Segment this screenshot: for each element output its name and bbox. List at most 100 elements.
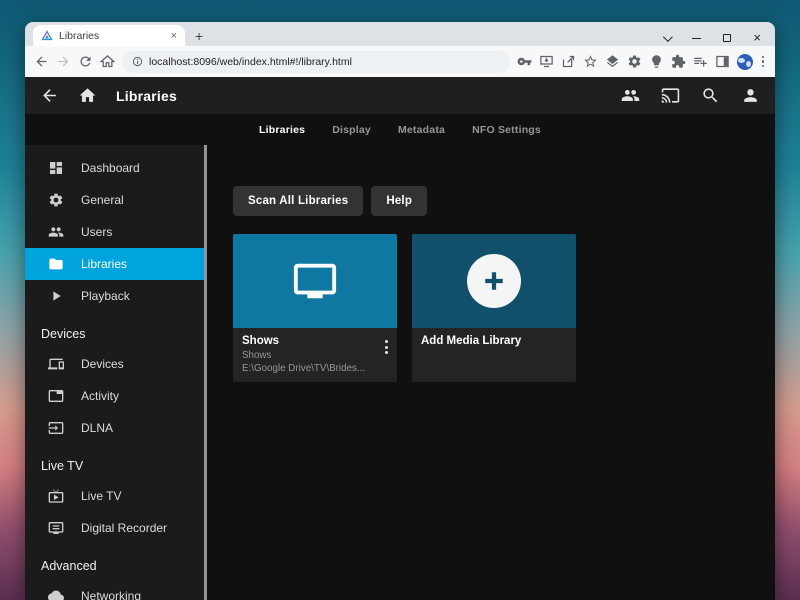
search-icon[interactable] [701, 86, 720, 105]
library-card-menu-icon[interactable] [385, 340, 388, 354]
sidebar-item-general[interactable]: General [25, 184, 204, 216]
app-back-icon[interactable] [40, 86, 59, 105]
header-actions [621, 86, 760, 105]
reading-list-icon[interactable] [693, 54, 708, 69]
libraries-toolbar: Scan All Libraries Help [233, 186, 775, 216]
bookmark-star-icon[interactable] [583, 54, 598, 69]
window-maximize-button[interactable] [723, 34, 731, 42]
back-icon[interactable] [34, 54, 49, 69]
browser-menu-icon[interactable] [760, 56, 767, 68]
sidebar-item-label: Users [81, 225, 112, 239]
password-key-icon[interactable] [517, 54, 532, 69]
cast-icon[interactable] [661, 86, 680, 105]
dashboard-icon [48, 160, 64, 176]
add-library-tile[interactable] [412, 234, 576, 328]
forward-icon[interactable] [56, 54, 71, 69]
window-close-button[interactable]: × [753, 34, 761, 42]
help-button[interactable]: Help [371, 186, 427, 216]
folder-icon [48, 256, 64, 272]
window-controls: × [663, 34, 775, 46]
dlna-input-icon [48, 420, 64, 436]
layers-extension-icon[interactable] [605, 54, 620, 69]
users-icon [48, 224, 64, 240]
sidebar-item-digital-recorder[interactable]: Digital Recorder [25, 512, 204, 544]
gear-icon [48, 192, 64, 208]
dvr-icon [48, 520, 64, 536]
sidebar-item-label: Libraries [81, 257, 127, 271]
window-minimize-button[interactable] [692, 38, 701, 39]
sidebar-item-label: Playback [81, 289, 130, 303]
sidebar-item-users[interactable]: Users [25, 216, 204, 248]
users-group-icon[interactable] [621, 86, 640, 105]
plus-circle-icon [467, 254, 521, 308]
library-cards: Shows Shows E:\Google Drive\TV\Brides... [233, 234, 775, 382]
settings-extension-icon[interactable] [627, 54, 642, 69]
tab-libraries[interactable]: Libraries [259, 124, 305, 136]
new-tab-button[interactable]: + [185, 28, 213, 46]
sidebar-item-devices[interactable]: Devices [25, 348, 204, 380]
library-card-shows[interactable]: Shows Shows E:\Google Drive\TV\Brides... [233, 234, 397, 382]
admin-sidebar: Dashboard General Users Libraries Playba… [25, 145, 204, 600]
sidebar-item-networking[interactable]: Networking [25, 580, 204, 600]
tab-nfo-settings[interactable]: NFO Settings [472, 124, 541, 136]
sidebar-item-activity[interactable]: Activity [25, 380, 204, 412]
sidebar-item-label: Networking [81, 589, 141, 600]
app-header: Libraries [25, 77, 775, 114]
library-card-title: Shows [242, 335, 388, 347]
sidebar-item-label: Devices [81, 357, 124, 371]
page-title: Libraries [116, 88, 177, 104]
browser-toolbar: localhost:8096/web/index.html#!/library.… [25, 46, 775, 77]
library-card-tile[interactable] [233, 234, 397, 328]
tab-close-icon[interactable]: × [171, 30, 177, 42]
sidebar-item-label: Dashboard [81, 161, 140, 175]
side-panel-icon[interactable] [715, 54, 730, 69]
browser-tab[interactable]: Libraries × [33, 25, 185, 46]
profile-avatar[interactable] [737, 54, 753, 70]
play-icon [48, 288, 64, 304]
tab-display[interactable]: Display [332, 124, 371, 136]
sidebar-item-label: General [81, 193, 124, 207]
page-info-icon[interactable] [132, 56, 143, 67]
sidebar-item-playback[interactable]: Playback [25, 280, 204, 312]
address-bar[interactable]: localhost:8096/web/index.html#!/library.… [122, 51, 510, 73]
app-body: Dashboard General Users Libraries Playba… [25, 145, 775, 600]
library-card-path: E:\Google Drive\TV\Brides... [242, 363, 388, 374]
extensions-puzzle-icon[interactable] [671, 54, 686, 69]
sidebar-section-advanced: Advanced [25, 544, 204, 580]
settings-tab-bar: Libraries Display Metadata NFO Settings [25, 114, 775, 145]
live-tv-icon [48, 488, 64, 504]
install-app-icon[interactable] [539, 54, 554, 69]
add-library-title: Add Media Library [421, 335, 567, 347]
activity-icon [48, 388, 64, 404]
home-browser-icon[interactable] [100, 54, 115, 69]
browser-window: Libraries × + × localhost:8096/web/index… [25, 22, 775, 600]
sidebar-item-label: Live TV [81, 489, 121, 503]
user-profile-icon[interactable] [741, 86, 760, 105]
sidebar-item-dashboard[interactable]: Dashboard [25, 152, 204, 184]
browser-tab-strip: Libraries × + × [25, 22, 775, 46]
devices-icon [48, 356, 64, 372]
tab-metadata[interactable]: Metadata [398, 124, 445, 136]
sidebar-item-livetv[interactable]: Live TV [25, 480, 204, 512]
cloud-icon [48, 588, 64, 600]
scan-all-libraries-button[interactable]: Scan All Libraries [233, 186, 363, 216]
window-chevron-down-icon[interactable] [663, 32, 673, 42]
plus-icon [479, 266, 509, 296]
share-icon[interactable] [561, 54, 576, 69]
app-home-icon[interactable] [78, 86, 97, 105]
libraries-main: Scan All Libraries Help Shows Shows E:\G… [207, 145, 775, 600]
jellyfin-favicon [41, 30, 53, 42]
sidebar-section-devices: Devices [25, 312, 204, 348]
tab-title: Libraries [59, 30, 165, 42]
add-media-library-card[interactable]: Add Media Library [412, 234, 576, 382]
lightbulb-extension-icon[interactable] [649, 54, 664, 69]
sidebar-item-label: DLNA [81, 421, 113, 435]
sidebar-item-label: Activity [81, 389, 119, 403]
jellyfin-app: Libraries Libraries Display Metadata NFO… [25, 77, 775, 600]
sidebar-item-libraries[interactable]: Libraries [25, 248, 204, 280]
add-library-footer: Add Media Library [412, 328, 576, 375]
url-text[interactable]: localhost:8096/web/index.html#!/library.… [149, 56, 352, 68]
tv-icon [286, 258, 344, 304]
reload-icon[interactable] [78, 54, 93, 69]
sidebar-item-dlna[interactable]: DLNA [25, 412, 204, 444]
